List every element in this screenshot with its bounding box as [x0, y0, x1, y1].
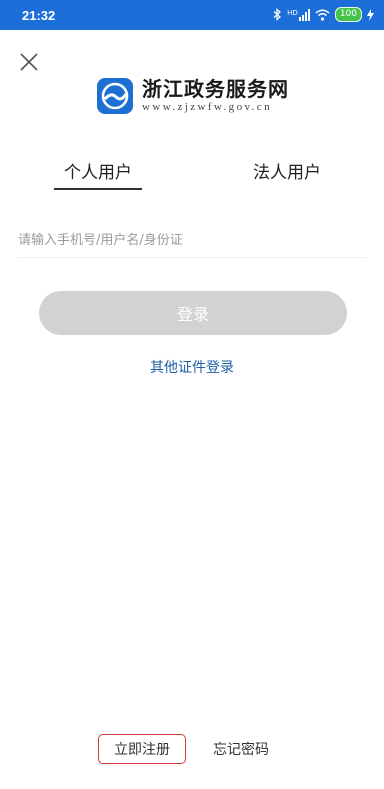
tab-personal-user[interactable]: 个人用户 [52, 158, 144, 183]
logo-mark-icon [97, 78, 133, 114]
other-id-login-link[interactable]: 其他证件登录 [0, 357, 384, 377]
active-tab-indicator [54, 188, 142, 190]
wifi-icon [315, 9, 330, 21]
brand-logo: 浙江政务服务网 www.zjzwfw.gov.cn [97, 76, 297, 116]
logo-url: www.zjzwfw.gov.cn [142, 101, 272, 113]
login-button[interactable]: 登录 [39, 291, 347, 335]
account-input[interactable] [18, 224, 366, 258]
bluetooth-icon [273, 8, 282, 21]
battery-icon: 100 [334, 7, 362, 22]
signal-icon: HD [287, 8, 310, 21]
tab-legal-user[interactable]: 法人用户 [241, 158, 333, 183]
forgot-password-link[interactable]: 忘记密码 [205, 734, 277, 764]
close-icon[interactable] [18, 51, 40, 73]
signal-hd-label: HD [287, 8, 298, 17]
charging-icon [367, 8, 374, 21]
register-button[interactable]: 立即注册 [98, 734, 186, 764]
status-bar: 21:32 HD 100 [0, 0, 384, 30]
status-time: 21:32 [22, 8, 56, 23]
status-icons: HD 100 [273, 7, 374, 22]
logo-title: 浙江政务服务网 [142, 77, 289, 101]
